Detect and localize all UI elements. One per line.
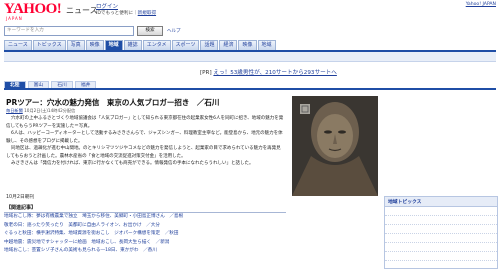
yahoo-top-link[interactable]: Yahoo! JAPAN bbox=[466, 2, 496, 7]
article-body: 穴水町の上中ふるさとづくり地域協議会は「人気ブロガー」として知られる東京都在住の… bbox=[6, 115, 284, 168]
related-item[interactable]: 敬老の日：語ったり笑ったり 美都町に自由人ライオン、お出かけ ／大分 bbox=[4, 222, 286, 231]
site-name: ニュース bbox=[66, 6, 98, 15]
article-paragraph: 同地区は、過疎化が進む中山間地。のとキリシマツツジやコメなどの魅力を発信しようと… bbox=[6, 146, 281, 159]
statue-photo-icon bbox=[292, 96, 378, 196]
nav-tab-topics[interactable]: トピックス bbox=[32, 40, 66, 50]
article-headline: PRツアー：穴水の魅力発信 東京の人気ブロガー招き ／石川 bbox=[6, 98, 220, 107]
related-item[interactable]: 中越地震：震災地ですシャッターに絵画 地域おこし、長岡大生ら描く ／新潟 bbox=[4, 239, 286, 248]
search-help-link[interactable]: ヘルプ bbox=[167, 28, 181, 34]
nav-tab-local[interactable]: 地域 bbox=[104, 40, 123, 50]
nav-tab-trending[interactable]: 話題 bbox=[200, 40, 219, 50]
search-input[interactable]: キーワードを入力 bbox=[4, 26, 134, 36]
article-date: 10月2日朝刊 bbox=[6, 195, 35, 200]
article-paragraph: 穴水町の上中ふるさとづくり地域協議会は「人気ブロガー」として知られる東京都在住の… bbox=[6, 116, 284, 129]
nav-tab-entertainment[interactable]: エンタメ bbox=[142, 40, 171, 50]
regional-topic-row[interactable] bbox=[385, 216, 497, 225]
related-articles: 【関連記事】 地域おこし隊：夢は有機農業で独立 埼玉から移住、美郷町・小田島正博… bbox=[4, 203, 286, 256]
article-byline: 毎日新聞 10月2日(土)14時42分配信 bbox=[6, 108, 75, 114]
nav-tab-economy[interactable]: 経済 bbox=[219, 40, 238, 50]
category-nav: ニュース トピックス 写真 映像 地域 雑誌 エンタメ スポーツ 話題 経済 映… bbox=[4, 40, 494, 50]
article-timestamp: 10月2日(土)14時42分配信 bbox=[24, 108, 76, 113]
logo-text: YAHOO! bbox=[4, 1, 62, 17]
nav-tab-video[interactable]: 映像 bbox=[85, 40, 104, 50]
region-tab-toyama[interactable]: 富山 bbox=[27, 81, 50, 88]
related-title: 【関連記事】 bbox=[4, 203, 286, 213]
pr-banner: [PR] えっ！53歳男性が、210サートから293サートへ bbox=[200, 68, 337, 76]
pr-label: [PR] bbox=[200, 70, 212, 76]
nav-tab-video-2[interactable]: 映像 bbox=[238, 40, 257, 50]
welcome-label: IDでもっと便利に bbox=[96, 11, 134, 16]
article-paragraph: 6人は、ハッピーコーディネーターとして活動するみさきさんらで、ジャズシンガー、料… bbox=[6, 131, 283, 144]
region-tab-hokuriku[interactable]: 北陸 bbox=[4, 81, 26, 88]
welcome-text: IDでもっと便利に｜新規取得 bbox=[96, 11, 157, 16]
logo-subtext: JAPAN bbox=[6, 16, 23, 21]
article-photo[interactable] bbox=[292, 96, 378, 196]
related-item[interactable]: ぐるっと秋田：横手謝沢特集、地域資源を街おこし ジオパーク構想を策定 ／秋田 bbox=[4, 230, 286, 239]
nav-tab-magazine[interactable]: 雑誌 bbox=[123, 40, 142, 50]
search-button[interactable]: 検索 bbox=[137, 26, 163, 36]
search-bar: キーワードを入力 検索 ヘルプ bbox=[4, 24, 474, 38]
region-tab-fukui[interactable]: 福井 bbox=[74, 81, 97, 88]
pr-link[interactable]: えっ！53歳男性が、210サートから293サートへ bbox=[213, 70, 336, 76]
regional-topic-row[interactable] bbox=[385, 234, 497, 243]
regional-topic-row[interactable] bbox=[385, 207, 497, 216]
nav-tab-sports[interactable]: スポーツ bbox=[171, 40, 200, 50]
login-link[interactable]: ログイン bbox=[96, 2, 118, 10]
sub-nav bbox=[4, 52, 496, 62]
regional-topic-row[interactable] bbox=[385, 243, 497, 252]
region-tab-ishikawa[interactable]: 石川 bbox=[51, 81, 73, 88]
yahoo-logo[interactable]: YAHOO! JAPAN bbox=[4, 2, 62, 22]
region-tabs: 北陸 富山 石川 福井 bbox=[4, 81, 496, 90]
related-item[interactable]: 地域おこし：芸置シゾ子さんの美術も見られる―18日、東かがわ ／香川 bbox=[4, 247, 286, 256]
related-item[interactable]: 地域おこし隊：夢は有機農業で独立 埼玉から移住、美郷町・小田島正博さん ／島根 bbox=[4, 213, 286, 222]
article-paragraph: みさきさんは「発信力を付ければ、東京に行かなくても商売ができる。情報発信の手本に… bbox=[11, 161, 254, 166]
regional-topics-title: 地域トピックス bbox=[385, 197, 497, 207]
nav-tab-photos[interactable]: 写真 bbox=[66, 40, 85, 50]
article-source-link[interactable]: 毎日新聞 bbox=[6, 108, 23, 113]
regional-topics-box: 地域トピックス bbox=[384, 196, 498, 269]
regional-topic-row[interactable] bbox=[385, 225, 497, 234]
regional-topic-row[interactable] bbox=[385, 252, 497, 261]
nav-tab-local-2[interactable]: 地域 bbox=[257, 40, 276, 50]
related-list: 地域おこし隊：夢は有機農業で独立 埼玉から移住、美郷町・小田島正博さん ／島根 … bbox=[4, 213, 286, 256]
register-link[interactable]: 新規取得 bbox=[138, 11, 156, 16]
nav-tab-news[interactable]: ニュース bbox=[4, 40, 32, 50]
